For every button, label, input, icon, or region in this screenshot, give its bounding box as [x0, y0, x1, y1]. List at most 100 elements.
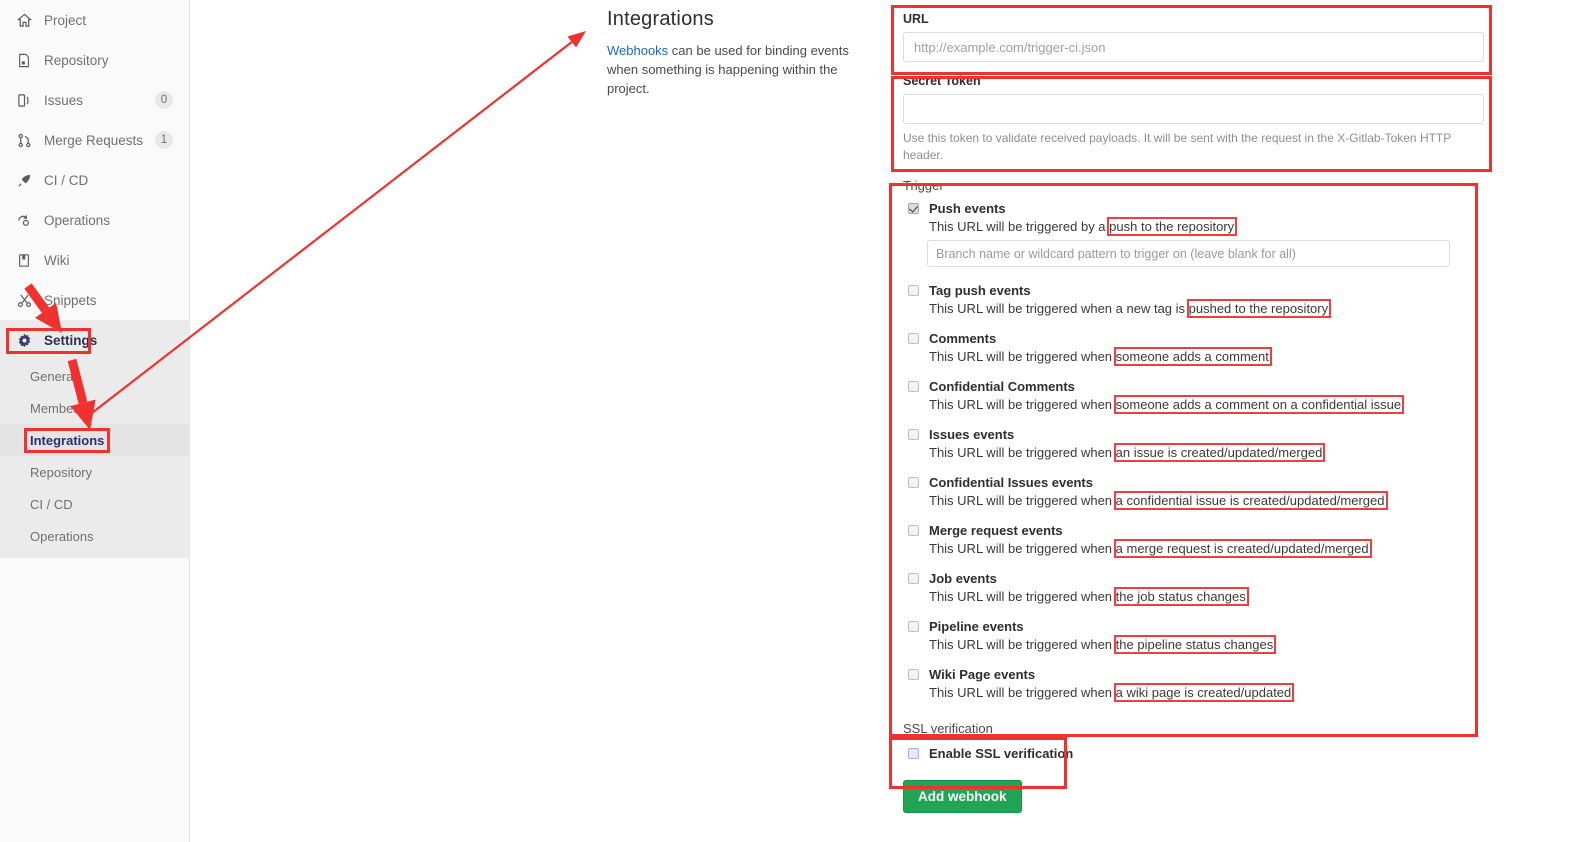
merge-request-events-checkbox[interactable]: [908, 525, 919, 536]
sidebar-subitem-repository[interactable]: Repository: [0, 456, 189, 488]
trigger-event-title: Merge request events: [929, 523, 1063, 538]
sidebar-item-settings[interactable]: Settings: [0, 320, 189, 360]
sidebar-item-operations[interactable]: Operations: [0, 200, 189, 240]
sidebar-item-merge-requests[interactable]: Merge Requests 1: [0, 120, 189, 160]
secret-token-label: Secret Token: [903, 74, 981, 88]
ssl-group-label: SSL verification: [903, 721, 993, 736]
sidebar-item-label: Issues: [44, 92, 84, 108]
confidential-comments-checkbox[interactable]: [908, 381, 919, 392]
trigger-event-description-highlight: a wiki page is created/updated: [1115, 685, 1292, 700]
sidebar-subitem-label: Members: [30, 400, 85, 416]
trigger-event-row[interactable]: Job events This URL will be triggered whe…: [903, 571, 1497, 606]
book-icon: [14, 250, 34, 270]
sidebar-subitem-general[interactable]: General: [0, 360, 189, 392]
trigger-event-row[interactable]: Pipeline events This URL will be triggere…: [903, 619, 1497, 654]
enable-ssl-verification-checkbox[interactable]: [908, 748, 919, 759]
trigger-event-row[interactable]: Wiki Page events This URL will be trigger…: [903, 667, 1497, 702]
page-title: Integrations: [607, 8, 714, 30]
trigger-event-row[interactable]: Push events This URL will be triggered by…: [903, 201, 1497, 267]
sidebar-item-label: Operations: [44, 212, 111, 228]
trigger-event-row[interactable]: Merge request events This URL will be tri…: [903, 523, 1497, 558]
sidebar-item-label: CI / CD: [44, 172, 89, 188]
tag-push-events-checkbox[interactable]: [908, 285, 919, 296]
sidebar-item-snippets[interactable]: Snippets: [0, 280, 189, 320]
push-events-branch-filter-input[interactable]: [927, 240, 1450, 267]
sidebar-item-badge: 1: [155, 131, 173, 149]
trigger-event-description-prefix: This URL will be triggered when: [929, 445, 1116, 460]
secret-token-input[interactable]: [903, 94, 1484, 124]
sidebar: Project Repository Issues 0 Merge Requests 1 C…: [0, 0, 190, 842]
sidebar-item-repository[interactable]: Repository: [0, 40, 189, 80]
trigger-event-row[interactable]: Comments This URL will be triggered when …: [903, 331, 1497, 366]
trigger-event-description-highlight: the job status changes: [1115, 589, 1246, 604]
trigger-event-row[interactable]: Issues events This URL will be triggered …: [903, 427, 1497, 462]
webhooks-link[interactable]: Webhooks: [607, 43, 668, 58]
scissors-icon: [14, 290, 34, 310]
issues-events-checkbox[interactable]: [908, 429, 919, 440]
trigger-event-description-prefix: This URL will be triggered when: [929, 349, 1116, 364]
trigger-event-row[interactable]: Confidential Issues events This URL will …: [903, 475, 1497, 510]
merge-request-icon: [14, 130, 34, 150]
trigger-event-description-prefix: This URL will be triggered when: [929, 397, 1116, 412]
sidebar-item-label: Merge Requests: [44, 132, 144, 148]
push-events-checkbox[interactable]: [908, 203, 919, 214]
sidebar-subitem-label: General: [30, 368, 77, 384]
trigger-event-description-highlight: push to the repository: [1109, 219, 1235, 234]
trigger-event-description-highlight: someone adds a comment on a confidential…: [1115, 397, 1402, 412]
trigger-event-description-highlight: the pipeline status changes: [1115, 637, 1274, 652]
trigger-event-description: This URL will be triggered when a merge …: [929, 540, 1497, 558]
submit-row: Add webhook: [897, 772, 1497, 813]
trigger-event-description: This URL will be triggered when the pipe…: [929, 636, 1497, 654]
file-icon: [14, 50, 34, 70]
operations-icon: [14, 210, 34, 230]
sidebar-subitem-label: CI / CD: [30, 496, 73, 512]
wiki-page-events-checkbox[interactable]: [908, 669, 919, 680]
trigger-event-title: Confidential Comments: [929, 379, 1075, 394]
trigger-event-description: This URL will be triggered when someone …: [929, 396, 1497, 414]
trigger-field-group: Trigger Push events This URL will be trig…: [897, 164, 1497, 702]
trigger-event-description-highlight: pushed to the repository: [1188, 301, 1329, 316]
sidebar-item-badge: 0: [155, 91, 173, 109]
issues-icon: [14, 90, 34, 110]
trigger-event-description: This URL will be triggered when a wiki p…: [929, 684, 1497, 702]
add-webhook-button[interactable]: Add webhook: [903, 780, 1022, 813]
secret-token-help: Use this token to validate received payl…: [903, 131, 1452, 162]
sidebar-item-issues[interactable]: Issues 0: [0, 80, 189, 120]
job-events-checkbox[interactable]: [908, 573, 919, 584]
sidebar-item-ci-cd[interactable]: CI / CD: [0, 160, 189, 200]
gear-icon: [14, 330, 34, 350]
sidebar-subitem-operations[interactable]: Operations: [0, 520, 189, 552]
pipeline-events-checkbox[interactable]: [908, 621, 919, 632]
comments-checkbox[interactable]: [908, 333, 919, 344]
sidebar-item-label: Wiki: [44, 252, 70, 268]
sidebar-subitem-members[interactable]: Members: [0, 392, 189, 424]
url-input[interactable]: [903, 32, 1484, 62]
ssl-field-group: SSL verification Enable SSL verification: [897, 715, 1497, 762]
trigger-event-description-highlight: someone adds a comment: [1115, 349, 1269, 364]
sidebar-subitem-integrations[interactable]: Integrations: [0, 424, 189, 456]
trigger-event-title: Job events: [929, 571, 997, 586]
rocket-icon: [14, 170, 34, 190]
trigger-event-row[interactable]: Confidential Comments This URL will be tr…: [903, 379, 1497, 414]
trigger-event-title: Wiki Page events: [929, 667, 1036, 682]
sidebar-subitem-ci-cd[interactable]: CI / CD: [0, 488, 189, 520]
trigger-event-description-prefix: This URL will be triggered when: [929, 637, 1116, 652]
url-label: URL: [903, 12, 929, 26]
home-icon: [14, 10, 34, 30]
sidebar-item-label: Repository: [44, 52, 109, 68]
page-description-column: Integrations Webhooks can be used for bi…: [607, 8, 877, 98]
trigger-event-description: This URL will be triggered when someone …: [929, 348, 1497, 366]
sidebar-subitem-label: Integrations: [30, 432, 105, 448]
sidebar-item-label: Settings: [44, 332, 98, 348]
confidential-issues-events-checkbox[interactable]: [908, 477, 919, 488]
trigger-event-description-prefix: This URL will be triggered when a new ta…: [929, 301, 1189, 316]
trigger-event-row[interactable]: Tag push events This URL will be triggere…: [903, 283, 1497, 318]
trigger-event-description: This URL will be triggered when a confid…: [929, 492, 1497, 510]
sidebar-item-project[interactable]: Project: [0, 0, 189, 40]
sidebar-item-wiki[interactable]: Wiki: [0, 240, 189, 280]
trigger-event-title: Issues events: [929, 427, 1015, 442]
trigger-group-label: Trigger: [903, 178, 944, 193]
ssl-checkbox-row[interactable]: Enable SSL verification: [903, 746, 1497, 762]
sidebar-item-label: Snippets: [44, 292, 97, 308]
trigger-event-description-prefix: This URL will be triggered by a: [929, 219, 1110, 234]
